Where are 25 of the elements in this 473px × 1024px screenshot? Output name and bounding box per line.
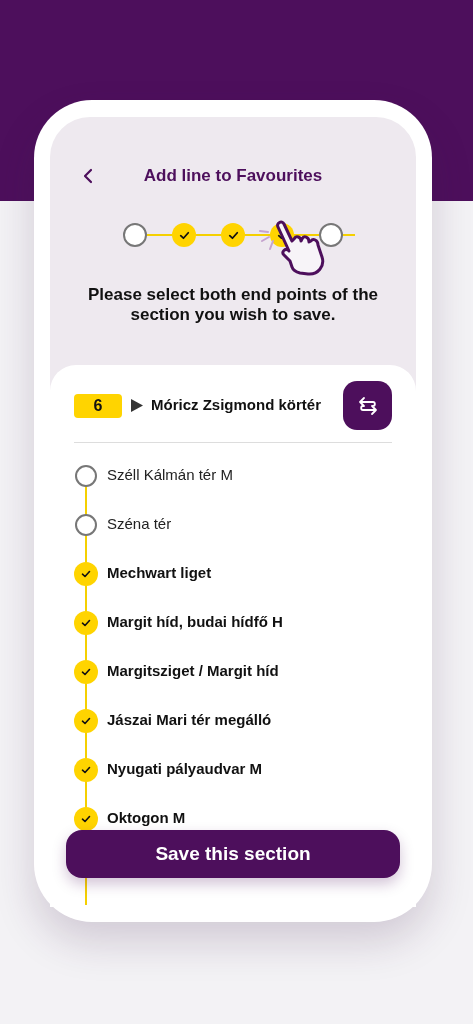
stop-marker[interactable] — [74, 610, 98, 635]
stop-name: Széll Kálmán tér M — [107, 465, 233, 486]
play-icon — [131, 399, 143, 412]
stop-marker[interactable] — [74, 561, 98, 586]
stop-name: Margit híd, budai hídfő H — [107, 612, 283, 633]
stop-name: Széna tér — [107, 514, 172, 535]
stop-name: Oktogon M — [107, 808, 186, 829]
swap-icon — [356, 394, 379, 417]
instruction-text: Please select both end points of the section you wish to save. — [87, 285, 379, 325]
back-icon — [82, 168, 94, 184]
stop-marker[interactable] — [74, 708, 98, 733]
line-direction: Móricz Zsigmond körtér — [151, 395, 322, 416]
stop-marker[interactable] — [75, 513, 97, 536]
stop-name: Mechwart liget — [107, 563, 212, 584]
stop-name: Nyugati pályaudvar M — [107, 759, 263, 780]
stop-marker[interactable] — [75, 464, 97, 487]
stop-name: Jászai Mari tér megálló — [107, 710, 272, 731]
stop-marker[interactable] — [74, 659, 98, 684]
stop-name: Margitsziget / Margit híd — [107, 661, 279, 682]
screen-title: Add line to Favourites — [143, 165, 323, 188]
stop-marker[interactable] — [74, 806, 98, 831]
line-badge: 6 — [74, 393, 122, 418]
stop-marker[interactable] — [74, 757, 98, 782]
save-section-button[interactable]: Save this section — [66, 830, 400, 878]
swap-direction-button[interactable] — [343, 381, 392, 430]
